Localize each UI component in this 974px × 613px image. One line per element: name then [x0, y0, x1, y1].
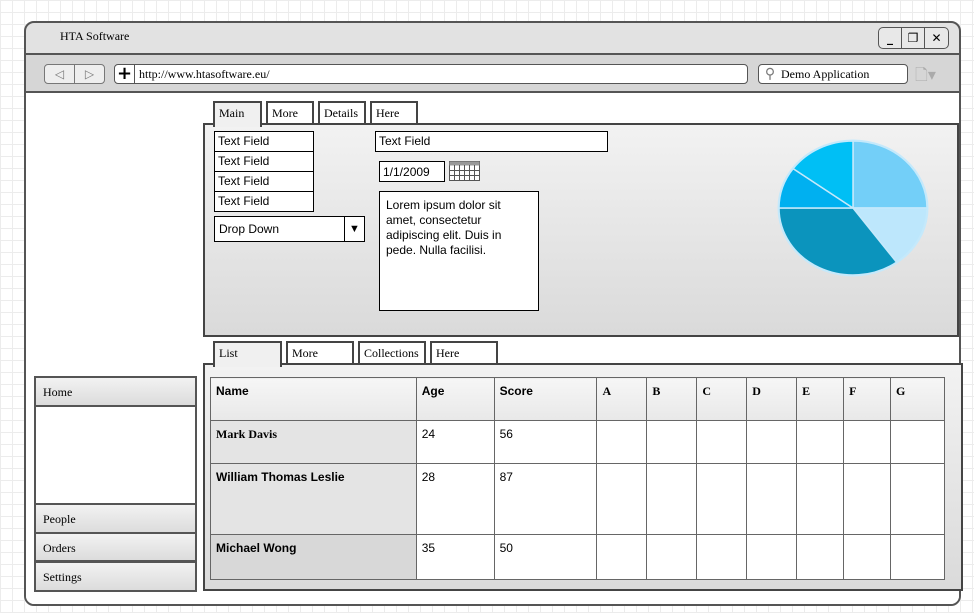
- cell: [646, 420, 698, 464]
- col-score[interactable]: Score: [493, 377, 598, 421]
- cell: [890, 420, 945, 464]
- cell: [796, 463, 845, 535]
- cell: [646, 534, 698, 580]
- cell: [843, 420, 892, 464]
- cell: [646, 463, 698, 535]
- sidebar-item-people[interactable]: People: [34, 503, 197, 534]
- add-icon[interactable]: +: [115, 65, 135, 83]
- table-row[interactable]: Michael Wong 35 50: [210, 534, 945, 580]
- textarea[interactable]: Lorem ipsum dolor sit amet, consectetur …: [379, 191, 539, 311]
- cell: [746, 420, 798, 464]
- cell: [796, 420, 845, 464]
- tab-details[interactable]: Details: [318, 101, 366, 125]
- url-bar[interactable]: + http://www.htasoftware.eu/: [114, 64, 748, 84]
- cell: [696, 463, 748, 535]
- sidebar-item-settings[interactable]: Settings: [34, 561, 197, 592]
- table-row[interactable]: William Thomas Leslie 28 87: [210, 463, 945, 535]
- col-a[interactable]: A: [596, 377, 648, 421]
- minimize-button[interactable]: _: [879, 28, 902, 48]
- date-field[interactable]: 1/1/2009: [379, 161, 445, 182]
- pie-slice: [852, 140, 928, 209]
- window-title: HTA Software: [60, 29, 130, 43]
- tab-list[interactable]: List: [213, 341, 282, 367]
- search-box[interactable]: ⚲ Demo Application: [758, 64, 908, 84]
- nav-buttons: ◁ ▷: [44, 64, 105, 84]
- cell-score: 87: [493, 463, 598, 535]
- pie-chart: [777, 139, 929, 277]
- cell: [746, 463, 798, 535]
- tab-collections[interactable]: Collections: [358, 341, 426, 365]
- text-field-4[interactable]: Text Field: [214, 191, 314, 212]
- col-d[interactable]: D: [746, 377, 798, 421]
- sidebar-home-content: [34, 405, 197, 505]
- cell: [890, 534, 945, 580]
- cell: [796, 534, 845, 580]
- search-icon: ⚲: [764, 66, 776, 82]
- cell: [890, 463, 945, 535]
- col-age[interactable]: Age: [415, 377, 495, 421]
- table-header-row: Name Age Score A B C D E F G: [210, 377, 945, 421]
- sidebar-item-home[interactable]: Home: [34, 376, 197, 407]
- window-controls: _ ❐ ✕: [878, 27, 949, 49]
- col-name[interactable]: Name: [210, 377, 417, 421]
- tab-more[interactable]: More: [266, 101, 314, 125]
- tab-here[interactable]: Here: [370, 101, 418, 125]
- close-button[interactable]: ✕: [925, 28, 948, 48]
- cell: [746, 534, 798, 580]
- page-menu-icon[interactable]: 🗋▾: [915, 64, 936, 91]
- col-g[interactable]: G: [890, 377, 945, 421]
- col-c[interactable]: C: [696, 377, 748, 421]
- back-icon[interactable]: ◁: [45, 65, 75, 83]
- wide-text-field[interactable]: Text Field: [375, 131, 608, 152]
- text-field-3[interactable]: Text Field: [214, 171, 314, 192]
- data-table: Name Age Score A B C D E F G Mark Davis …: [210, 377, 945, 580]
- url-text[interactable]: http://www.htasoftware.eu/: [135, 67, 270, 82]
- cell: [696, 420, 748, 464]
- cell-age: 24: [415, 420, 495, 464]
- sidebar-item-orders[interactable]: Orders: [34, 532, 197, 562]
- restore-button[interactable]: ❐: [902, 28, 925, 48]
- cell-score: 56: [493, 420, 598, 464]
- tab-more-2[interactable]: More: [286, 341, 354, 365]
- cell-age: 28: [415, 463, 495, 535]
- cell-score: 50: [493, 534, 598, 580]
- tab-here-2[interactable]: Here: [430, 341, 498, 365]
- table-row[interactable]: Mark Davis 24 56: [210, 420, 945, 464]
- col-f[interactable]: F: [843, 377, 892, 421]
- chevron-down-icon[interactable]: ▼: [344, 217, 364, 241]
- cell: [843, 534, 892, 580]
- dropdown[interactable]: Drop Down ▼: [214, 216, 365, 242]
- cell-name: Mark Davis: [210, 420, 417, 464]
- cell: [696, 534, 748, 580]
- col-e[interactable]: E: [796, 377, 845, 421]
- cell: [843, 463, 892, 535]
- text-field-1[interactable]: Text Field: [214, 131, 314, 152]
- text-field-2[interactable]: Text Field: [214, 151, 314, 172]
- forward-icon[interactable]: ▷: [75, 65, 104, 83]
- tab-main[interactable]: Main: [213, 101, 262, 127]
- cell-age: 35: [415, 534, 495, 580]
- dropdown-value: Drop Down: [219, 222, 280, 236]
- cell: [596, 463, 648, 535]
- browser-toolbar: ◁ ▷ + http://www.htasoftware.eu/ ⚲ Demo …: [26, 53, 959, 93]
- search-text[interactable]: Demo Application: [781, 67, 869, 82]
- cell: [596, 420, 648, 464]
- cell: [596, 534, 648, 580]
- calendar-icon[interactable]: [449, 161, 481, 182]
- col-b[interactable]: B: [646, 377, 698, 421]
- cell-name: Michael Wong: [210, 534, 417, 580]
- cell-name: William Thomas Leslie: [210, 463, 417, 535]
